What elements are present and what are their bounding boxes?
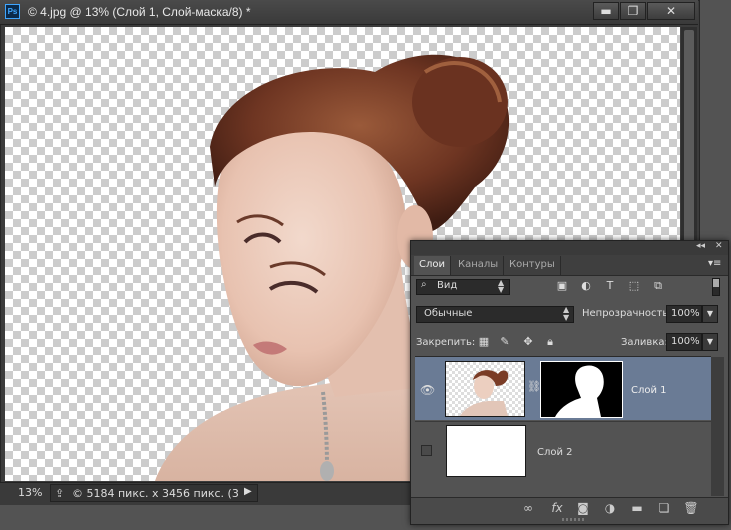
doc-info-text: © 5184 пикс. x 3456 пикс. (300 р… [72, 487, 238, 500]
opacity-value: 100% [671, 308, 700, 319]
layer-thumbnail[interactable] [445, 361, 525, 417]
layer-thumbnail[interactable] [446, 425, 526, 477]
layer-mask-image [555, 365, 604, 417]
link-layers-icon[interactable]: ∞ [520, 501, 536, 515]
opacity-label: Непрозрачность: [582, 308, 672, 319]
opacity-dropdown-icon[interactable]: ▼ [702, 305, 718, 323]
lock-position-icon[interactable]: ✥ [521, 335, 535, 349]
minimize-button[interactable]: ▬ [593, 2, 619, 20]
zoom-level[interactable]: 13% [18, 486, 42, 499]
tab-paths[interactable]: Контуры [504, 256, 561, 275]
smart-object-filter-icon[interactable]: ⧉ [651, 279, 665, 293]
fx-icon[interactable]: fx [549, 501, 565, 515]
fill-label: Заливка: [621, 337, 668, 348]
tab-channels[interactable]: Каналы [453, 256, 505, 275]
lock-all-icon[interactable]: 🔒︎ [543, 335, 557, 349]
adjustment-filter-icon[interactable]: ◐ [579, 279, 593, 293]
type-filter-icon[interactable]: T [603, 279, 617, 293]
layer-filter-value: Вид [437, 280, 458, 291]
layer-name[interactable]: Слой 1 [631, 385, 667, 396]
shape-filter-icon[interactable]: ⬚ [627, 279, 641, 293]
delete-layer-icon[interactable]: 🗑︎ [683, 501, 699, 515]
select-arrows-icon: ▲ ▼ [498, 278, 505, 294]
collapse-panel-icon[interactable]: ◂◂ [696, 241, 705, 251]
fill-dropdown-icon[interactable]: ▼ [702, 333, 718, 351]
filter-toggle-knob [713, 279, 719, 287]
lock-transparent-pixels-icon[interactable]: ▦ [477, 335, 491, 349]
visibility-toggle[interactable] [421, 445, 432, 456]
document-title: © 4.jpg @ 13% (Слой 1, Слой-маска/8) * [28, 5, 251, 19]
select-arrows-icon: ▲ ▼ [563, 305, 570, 322]
panel-header[interactable] [411, 241, 728, 255]
new-group-icon[interactable]: ▬ [629, 501, 645, 515]
restore-button[interactable]: ❐ [620, 2, 646, 20]
photoshop-app-icon: Ps [5, 4, 20, 19]
search-icon: ⌕ [421, 279, 427, 290]
layer-list-scrollbar[interactable] [711, 357, 724, 496]
add-mask-icon[interactable]: ◙ [575, 501, 591, 515]
share-icon[interactable]: ⇪ [55, 487, 64, 500]
tab-layers[interactable]: Слои [414, 256, 451, 275]
new-layer-icon[interactable]: ❏ [656, 501, 672, 515]
panel-menu-icon[interactable]: ▾≡ [708, 258, 721, 269]
blend-mode-value: Обычные [424, 308, 473, 319]
image-filter-icon[interactable]: ▣ [555, 279, 569, 293]
lock-image-pixels-icon[interactable]: ✎ [498, 335, 512, 349]
doc-info-menu-arrow-icon[interactable]: ▶ [244, 486, 252, 497]
panel-resize-grip[interactable] [562, 518, 586, 521]
mask-link-icon[interactable]: ⛓︎ [527, 380, 541, 393]
lock-label: Закрепить: [416, 337, 476, 348]
fill-value: 100% [671, 336, 700, 347]
layer-thumbnail-image [460, 370, 509, 416]
close-panel-icon[interactable]: ✕ [715, 241, 723, 251]
close-button[interactable]: ✕ [647, 2, 695, 20]
eye-icon[interactable]: 👁︎ [420, 383, 435, 397]
layer-filter-select[interactable] [416, 279, 510, 295]
layer-mask-thumbnail[interactable] [540, 361, 623, 418]
adjustment-layer-icon[interactable]: ◑ [602, 501, 618, 515]
layer-name[interactable]: Слой 2 [537, 447, 573, 458]
